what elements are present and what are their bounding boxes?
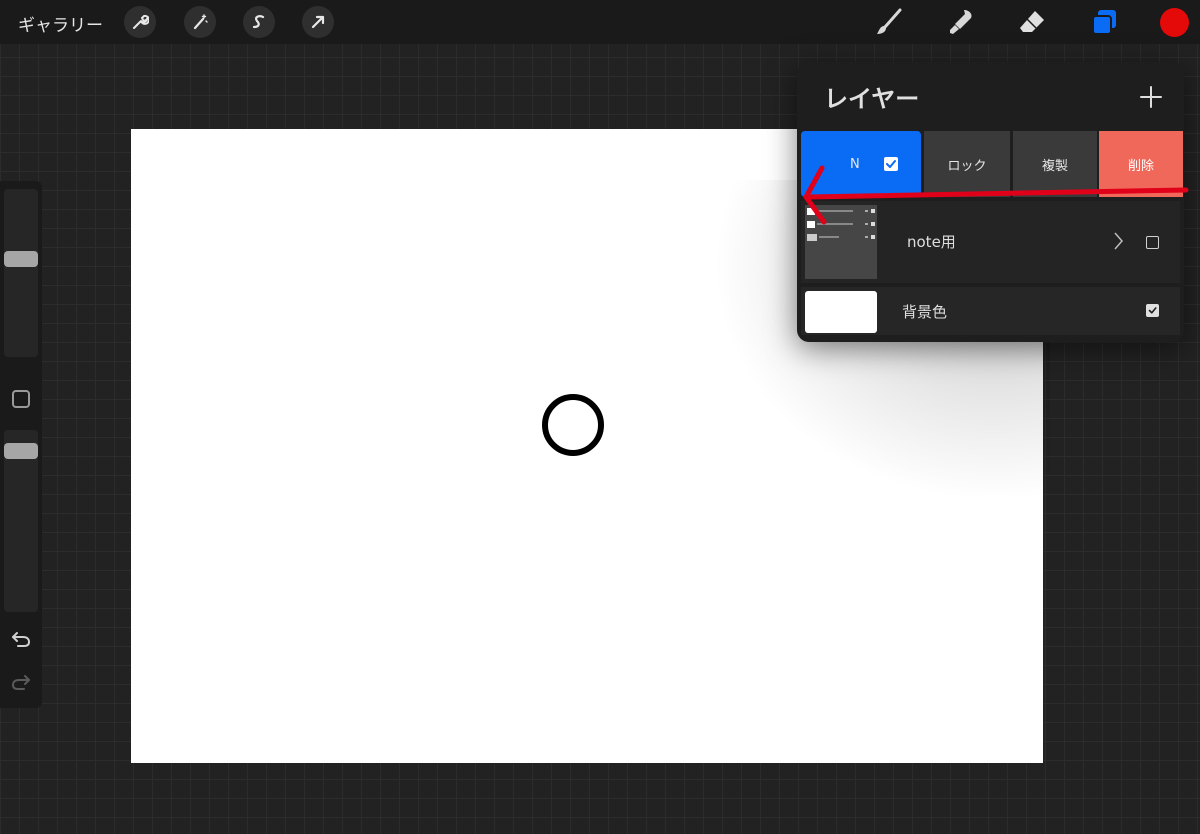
wrench-icon[interactable] <box>124 6 156 38</box>
add-layer-icon[interactable] <box>1138 84 1164 110</box>
magic-wand-icon[interactable] <box>184 6 216 38</box>
chevron-right-icon[interactable] <box>1112 231 1124 255</box>
opacity-handle[interactable] <box>4 443 38 459</box>
selection-s-icon[interactable] <box>243 6 275 38</box>
color-picker-button[interactable] <box>1160 8 1189 37</box>
brush-cursor-circle <box>542 394 604 456</box>
brush-size-handle[interactable] <box>4 251 38 267</box>
duplicate-button[interactable]: 複製 <box>1013 131 1097 197</box>
transform-arrow-icon[interactable] <box>302 6 334 38</box>
layer-visible-check-icon[interactable] <box>884 157 898 171</box>
brush-icon[interactable] <box>872 6 906 38</box>
layer-name: 背景色 <box>902 303 948 321</box>
layer-row-background[interactable]: 背景色 <box>801 287 1180 335</box>
layers-panel: レイヤー N ロック 複製 削除 note用 背景色 <box>797 62 1184 342</box>
layers-panel-title: レイヤー <box>824 85 920 113</box>
modify-button[interactable] <box>12 390 30 408</box>
undo-icon[interactable] <box>10 629 32 649</box>
blend-mode-label: N <box>850 157 860 172</box>
layer-visibility-checkbox[interactable] <box>1146 236 1159 249</box>
layer-row-note[interactable]: note用 <box>801 201 1180 283</box>
layer-thumbnail <box>805 205 877 279</box>
layer-thumbnail <box>805 291 877 333</box>
smudge-icon[interactable] <box>944 6 978 38</box>
top-toolbar: ギャラリー <box>0 0 1200 44</box>
left-sidebar <box>0 181 42 708</box>
layer-visibility-checkbox[interactable] <box>1146 304 1159 317</box>
layers-icon[interactable] <box>1087 6 1121 38</box>
eraser-icon[interactable] <box>1015 6 1049 38</box>
layer-name: note用 <box>907 233 956 251</box>
delete-button[interactable]: 削除 <box>1099 131 1183 197</box>
blend-mode-button[interactable]: N <box>801 131 921 197</box>
brush-size-slider[interactable] <box>4 189 38 357</box>
lock-button[interactable]: ロック <box>924 131 1010 197</box>
redo-icon[interactable] <box>10 672 32 692</box>
gallery-button[interactable]: ギャラリー <box>18 11 103 36</box>
